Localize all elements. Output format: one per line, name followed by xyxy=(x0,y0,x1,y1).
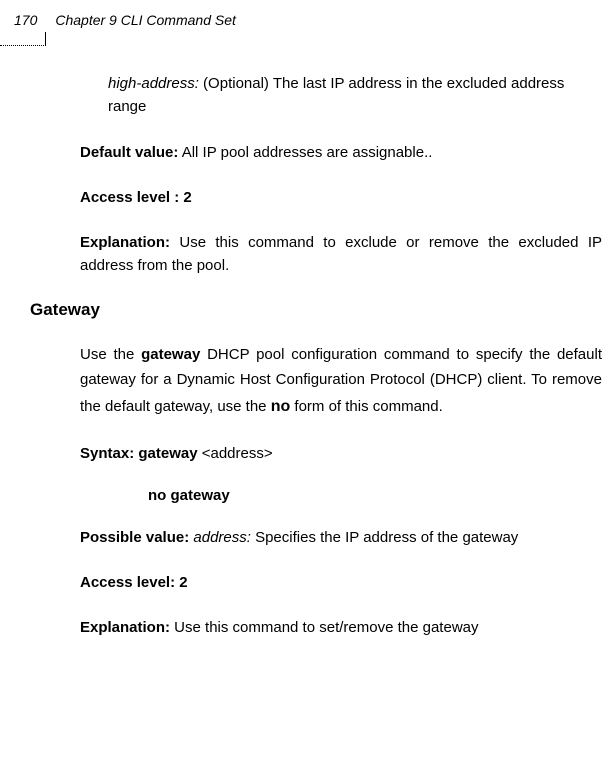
possible-value-label: Possible value: xyxy=(80,529,189,546)
explanation-1-label: Explanation: xyxy=(80,234,170,251)
syntax-paragraph: Syntax: gateway <address> xyxy=(80,442,602,465)
access-level-1-paragraph: Access level : 2 xyxy=(80,186,602,209)
explanation-2-label: Explanation: xyxy=(80,619,170,636)
explanation-2-paragraph: Explanation: Use this command to set/rem… xyxy=(80,616,602,639)
possible-value-paragraph: Possible value: address: Specifies the I… xyxy=(80,526,602,549)
default-value-text: All IP pool addresses are assignable.. xyxy=(178,144,432,161)
gateway-intro-no-keyword: no xyxy=(271,398,291,415)
default-value-label: Default value: xyxy=(80,144,178,161)
syntax-label: Syntax: gateway xyxy=(80,445,198,462)
possible-value-address: address: xyxy=(189,529,251,546)
gateway-intro-bold1: gateway xyxy=(141,346,200,363)
access-level-1-label: Access level : 2 xyxy=(80,189,192,206)
page-content: high-address: (Optional) The last IP add… xyxy=(80,72,602,640)
page-header: 170 Chapter 9 CLI Command Set xyxy=(14,12,236,28)
high-address-label: high-address: xyxy=(108,75,199,92)
explanation-2-text: Use this command to set/remove the gatew… xyxy=(170,619,478,636)
gateway-intro-text1: Use the xyxy=(80,346,141,363)
possible-value-text: Specifies the IP address of the gateway xyxy=(251,529,518,546)
default-value-paragraph: Default value: All IP pool addresses are… xyxy=(80,141,602,164)
gateway-intro-text3: form of this command. xyxy=(290,398,443,415)
high-address-paragraph: high-address: (Optional) The last IP add… xyxy=(108,72,602,119)
explanation-1-paragraph: Explanation: Use this command to exclude… xyxy=(80,231,602,278)
chapter-title: Chapter 9 CLI Command Set xyxy=(55,12,236,28)
gateway-intro-paragraph: Use the gateway DHCP pool configuration … xyxy=(80,342,602,420)
gateway-section-heading: Gateway xyxy=(30,300,602,320)
no-gateway-line: no gateway xyxy=(148,487,602,504)
syntax-param: <address> xyxy=(198,445,273,462)
access-level-2-label: Access level: 2 xyxy=(80,574,188,591)
header-border-decoration xyxy=(0,32,46,46)
access-level-2-paragraph: Access level: 2 xyxy=(80,571,602,594)
page-number: 170 xyxy=(14,12,37,28)
